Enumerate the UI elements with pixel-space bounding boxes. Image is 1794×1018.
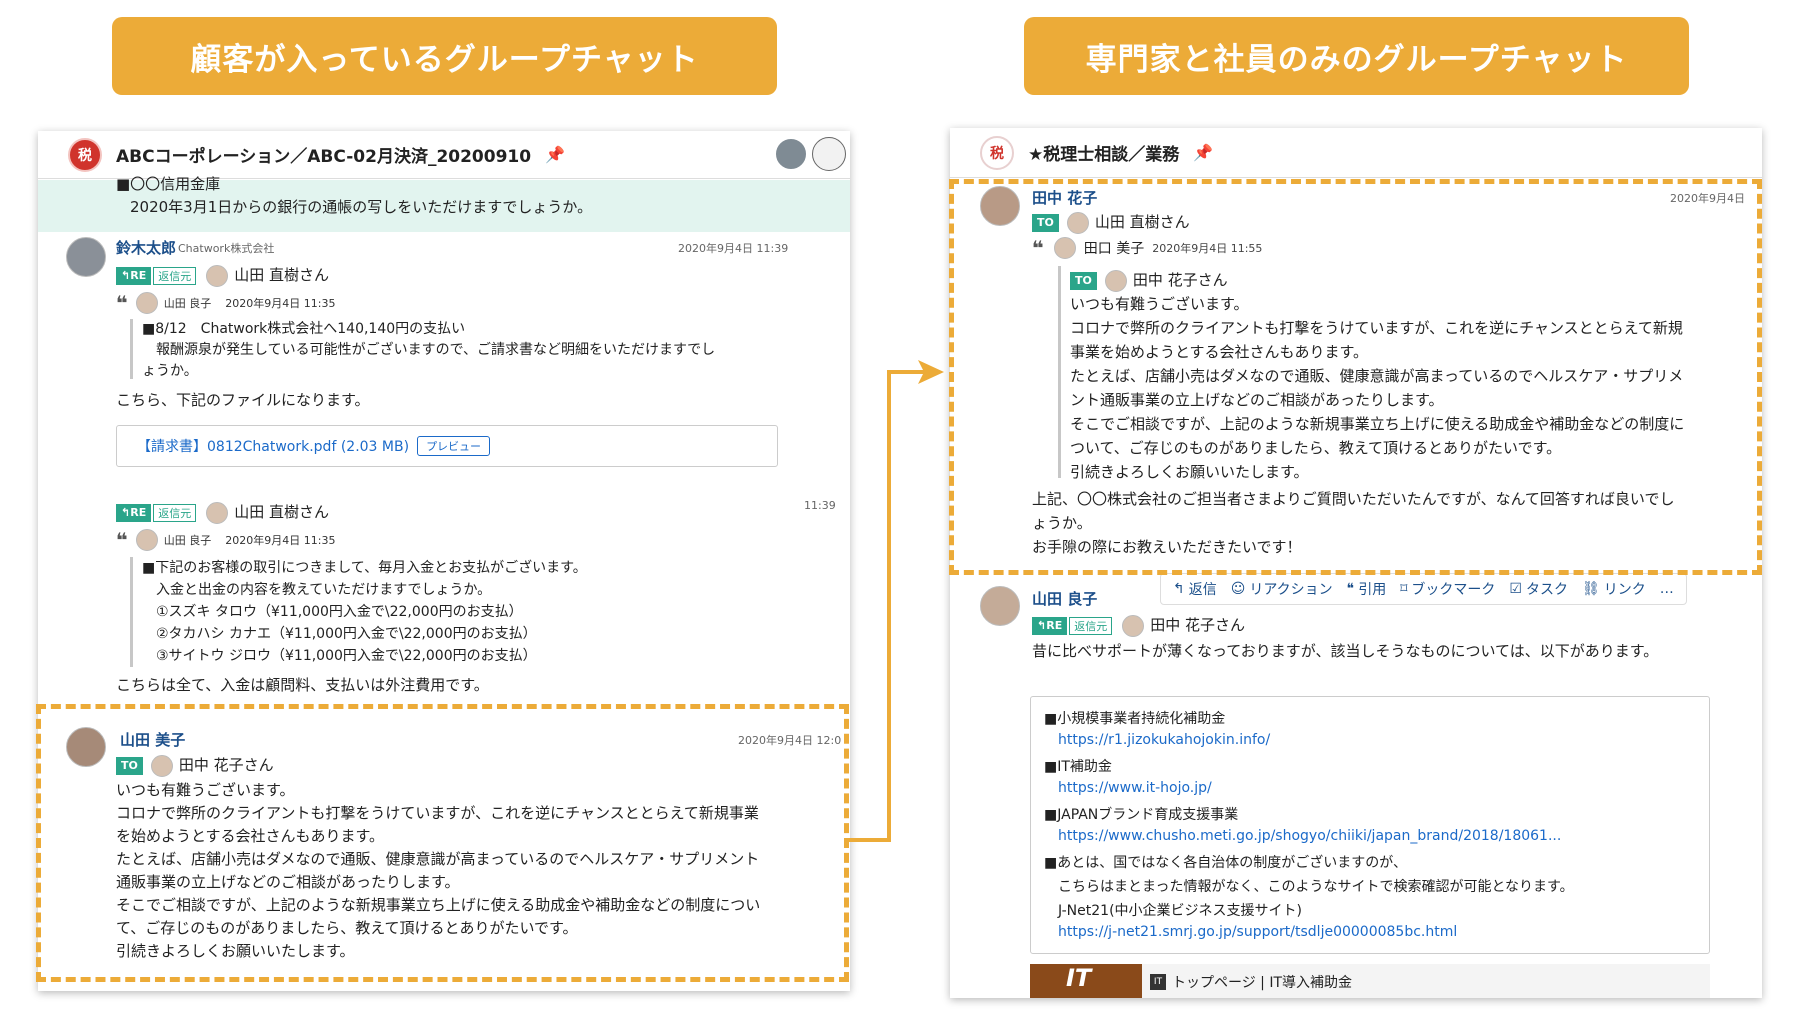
more-button[interactable]: … — [1660, 581, 1674, 597]
highlight-frame — [36, 704, 849, 982]
avatar — [1122, 614, 1145, 637]
quote-timestamp: 2020年9月4日 11:35 — [225, 297, 336, 310]
quote-line: 報酬源泉が発生している可能性がございますので、ご請求書など明細をいただけますでし — [156, 342, 716, 358]
quote-line: ょうか。 — [142, 363, 198, 379]
info-line: ■JAPANブランド育成支援事業 — [1044, 807, 1239, 823]
right-section-banner: 専門家と社員のみのグループチャット — [1024, 17, 1689, 95]
file-attachment[interactable]: 【請求書】0812Chatwork.pdf (2.03 MB) プレビュー — [116, 425, 778, 467]
reply-tag-row: ↰ RE 返信元 田中 花子さん — [1032, 614, 1245, 637]
room-icon[interactable]: 税 — [68, 137, 102, 172]
quote-icon: ❝ — [116, 291, 128, 315]
info-line: こちらはまとまった情報がなく、このようなサイトで検索確認が可能となります。 — [1058, 879, 1574, 895]
highlight-frame — [949, 179, 1762, 575]
quote-author: 山田 良子 — [163, 297, 212, 310]
link-icon: ⛓ — [1581, 581, 1600, 597]
banner-text: 専門家と社員のみのグループチャット — [1085, 41, 1628, 78]
quote-action[interactable]: ❝ 引用 — [1347, 579, 1387, 599]
smile-icon: ☺ — [1230, 581, 1246, 597]
preview-button[interactable]: プレビュー — [417, 436, 491, 456]
reaction-action[interactable]: ☺ リアクション — [1231, 579, 1333, 599]
reply-source-badge[interactable]: 返信元 — [153, 503, 197, 522]
quote-line: ■下記のお客様の取引につきまして、毎月入金とお支払がございます。 — [142, 560, 587, 576]
avatar[interactable] — [812, 137, 846, 171]
quote-header: ❝ 山田 良子 2020年9月4日 11:35 — [116, 291, 335, 315]
task-action[interactable]: ☑ タスク — [1509, 579, 1568, 599]
avatar[interactable] — [774, 137, 808, 171]
avatar — [135, 292, 158, 314]
reply-tag-row: ↰ RE 返信元 山田 直樹さん — [116, 264, 329, 287]
quote-line: 入金と出金の内容を教えていただけますでしょうか。 — [156, 582, 492, 598]
re-badge[interactable]: ↰ RE — [116, 503, 152, 522]
avatar — [206, 501, 229, 524]
info-link[interactable]: https://www.chusho.meti.go.jp/shogyo/chi… — [1058, 828, 1561, 844]
quote-line: ③サイトウ ジロウ（¥11,000円入金で\22,000円のお支払） — [156, 648, 537, 664]
quote-icon: ❝ — [1346, 581, 1355, 597]
pin-icon[interactable]: 📌 — [545, 145, 565, 164]
quote-line: ■8/12 Chatwork株式会社へ140,140円の支払い — [142, 321, 466, 337]
info-line: ■IT補助金 — [1044, 759, 1112, 775]
re-badge[interactable]: ↰ RE — [1032, 616, 1068, 635]
quote-line: ①スズキ タロウ（¥11,000円入金で\22,000円のお支払） — [156, 604, 523, 620]
link-action[interactable]: ⛓ リンク — [1582, 579, 1646, 599]
link-preview-title-row: IT トップページ | IT導入補助金 — [1150, 972, 1352, 992]
room-icon[interactable]: 税 — [980, 135, 1014, 170]
room-title: ★税理士相談／業務 — [1028, 145, 1180, 165]
message-action-toolbar: ↰ 返信 ☺ リアクション ❝ 引用 ⌑ ブックマーク ☑ タスク ⛓ リンク … — [1160, 573, 1687, 605]
re-badge[interactable]: ↰ RE — [116, 266, 152, 285]
link-preview-title[interactable]: トップページ | IT導入補助金 — [1172, 972, 1352, 992]
sender-name[interactable]: 鈴木太郎 — [116, 237, 176, 258]
message-timestamp: 11:39 — [804, 499, 836, 512]
file-link[interactable]: 【請求書】0812Chatwork.pdf (2.03 MB) — [137, 436, 409, 456]
quote-icon: ❝ — [116, 528, 128, 552]
reply-icon: ↰ — [1173, 581, 1185, 597]
sender-name[interactable]: 山田 良子 — [1032, 588, 1097, 609]
reply-to-name: 山田 直樹さん — [234, 503, 329, 521]
site-favicon-icon: IT — [1150, 974, 1166, 990]
avatar — [135, 529, 158, 551]
banner-text: 顧客が入っているグループチャット — [190, 41, 699, 78]
info-link[interactable]: https://j-net21.smrj.go.jp/support/tsdlj… — [1058, 924, 1457, 940]
reply-to-name: 山田 直樹さん — [234, 266, 329, 284]
info-line: ■あとは、国ではなく各自治体の制度がございますのが、 — [1044, 855, 1407, 871]
message-body: こちら、下記のファイルになります。 — [116, 391, 370, 409]
message-timestamp: 2020年9月4日 11:39 — [678, 242, 789, 255]
room-header: 税 ★税理士相談／業務 📌 — [950, 128, 1762, 178]
avatar[interactable] — [980, 586, 1020, 626]
reply-source-badge[interactable]: 返信元 — [1069, 616, 1113, 635]
info-line: J-Net21(中小企業ビジネス支援サイト) — [1058, 903, 1302, 919]
reply-tag-row: ↰ RE 返信元 山田 直樹さん — [116, 501, 329, 524]
info-link[interactable]: https://r1.jizokukahojokin.info/ — [1058, 732, 1270, 748]
info-link[interactable]: https://www.it-hojo.jp/ — [1058, 780, 1212, 796]
quote-bar — [130, 557, 133, 667]
avatar[interactable] — [66, 237, 106, 277]
arrow-head-icon — [918, 360, 944, 384]
bookmark-icon: ⌑ — [1400, 581, 1408, 597]
quote-timestamp: 2020年9月4日 11:35 — [225, 534, 336, 547]
connector-line — [849, 838, 891, 842]
checkbox-icon: ☑ — [1509, 581, 1522, 597]
member-avatars[interactable] — [774, 137, 846, 171]
quote-line: ②タカハシ カナエ（¥11,000円入金で\22,000円のお支払） — [156, 626, 537, 642]
room-title: ABCコーポレーション／ABC-02月決済_20200910 — [116, 147, 532, 167]
quote-bar — [130, 319, 133, 379]
room-header: 税 ABCコーポレーション／ABC-02月決済_20200910 📌 — [38, 131, 850, 179]
pin-icon[interactable]: 📌 — [1193, 143, 1213, 162]
reply-source-badge[interactable]: 返信元 — [153, 266, 197, 285]
info-line: ■小規模事業者持続化補助金 — [1044, 711, 1226, 727]
link-preview-thumbnail[interactable]: IT — [1030, 964, 1142, 998]
message-body: 昔に比べサポートが薄くなっておりますが、該当しそうなものについては、以下がありま… — [1032, 642, 1659, 660]
quote-author: 山田 良子 — [163, 534, 212, 547]
sender-org: Chatwork株式会社 — [178, 242, 275, 255]
message-line: ■〇〇信用金庫 — [116, 175, 221, 193]
reply-to-name: 田中 花子さん — [1150, 616, 1245, 634]
quote-header: ❝ 山田 良子 2020年9月4日 11:35 — [116, 528, 335, 552]
message-body: こちらは全て、入金は顧問料、支払いは外注費用です。 — [116, 676, 489, 694]
connector-line — [887, 370, 891, 842]
left-section-banner: 顧客が入っているグループチャット — [112, 17, 777, 95]
reply-action[interactable]: ↰ 返信 — [1173, 579, 1217, 599]
avatar — [206, 264, 229, 287]
bookmark-action[interactable]: ⌑ ブックマーク — [1400, 579, 1495, 599]
message-line: 2020年3月1日からの銀行の通帳の写しをいただけますでしょうか。 — [130, 198, 593, 216]
